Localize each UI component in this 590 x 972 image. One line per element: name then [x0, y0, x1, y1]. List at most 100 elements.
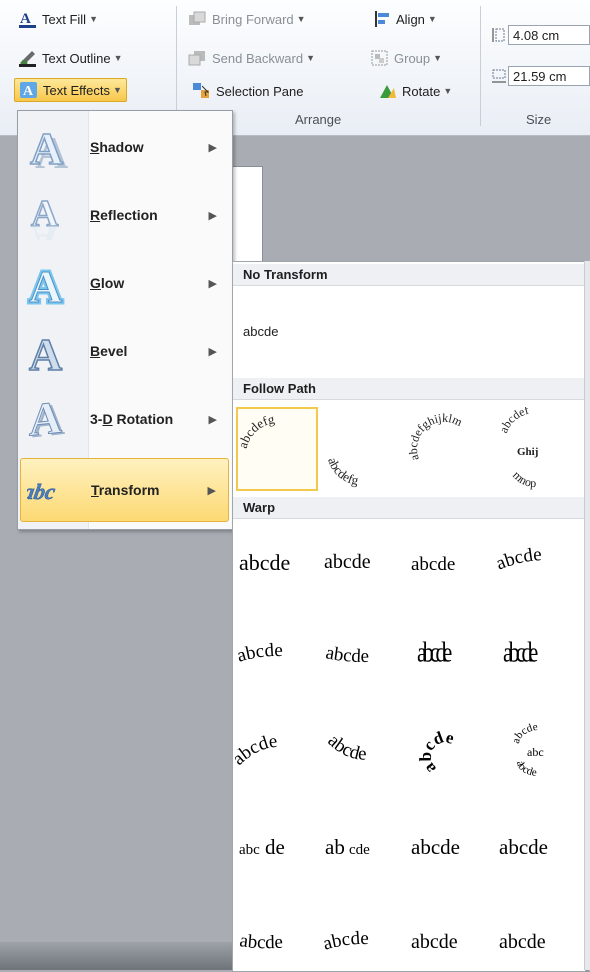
warp-option[interactable]: abcde	[321, 910, 406, 970]
chevron-right-icon: ▶	[207, 484, 216, 497]
chevron-right-icon: ▶	[208, 413, 217, 426]
menu-item-shadow[interactable]: AA Shadow ▶	[20, 115, 229, 179]
shape-height-icon	[490, 26, 508, 44]
svg-text:A: A	[31, 217, 59, 240]
svg-text:abcde: abcde	[235, 640, 283, 667]
svg-text:abcde: abcde	[238, 930, 283, 953]
svg-text:abcde: abcde	[324, 551, 371, 573]
svg-text:abcde: abcde	[417, 636, 452, 669]
svg-text:abcde: abcde	[324, 642, 369, 667]
text-effects-button[interactable]: A Text Effects ▼	[14, 78, 127, 102]
menu-item-bevel[interactable]: A Bevel ▶	[20, 319, 229, 383]
separator	[176, 6, 177, 126]
svg-text:abcde: abcde	[416, 728, 457, 778]
follow-path-button[interactable]: abcdef Ghij mnop	[495, 403, 577, 491]
menu-item-label: Transform	[91, 482, 160, 498]
chevron-down-icon: ▼	[433, 53, 443, 63]
svg-text:abc: abc	[27, 479, 57, 504]
warp-option[interactable]: abcde	[407, 624, 492, 684]
warp-option[interactable]: abcde	[235, 530, 320, 590]
svg-text:A: A	[30, 123, 63, 172]
chevron-down-icon: ▼	[89, 14, 98, 24]
shape-height-input[interactable]: 4.08 cm	[508, 25, 590, 45]
svg-text:abcdefg: abcdefg	[238, 411, 276, 450]
3d-rotation-icon: AA	[26, 391, 70, 448]
selection-pane-label: Selection Pane	[216, 83, 304, 99]
section-header-warp: Warp	[233, 497, 585, 519]
slide-canvas[interactable]	[232, 166, 263, 262]
svg-text:A: A	[20, 11, 31, 27]
svg-text:abcdef: abcdef	[496, 407, 530, 435]
warp-option[interactable]: abcde	[235, 624, 320, 684]
selection-pane-icon	[192, 82, 212, 100]
svg-text:abcde: abcde	[499, 931, 546, 953]
reflection-icon: AA	[26, 190, 70, 259]
warp-option[interactable]: abcde	[407, 720, 492, 780]
follow-path-arch-up[interactable]: abcdefg	[235, 407, 318, 491]
svg-text:abcde: abcde	[514, 760, 538, 779]
warp-option[interactable]: abcde	[407, 816, 492, 876]
chevron-right-icon: ▶	[208, 277, 217, 290]
send-backward-button[interactable]: Send Backward ▼	[188, 47, 315, 69]
svg-text:abcde: abcde	[411, 835, 460, 859]
warp-option[interactable]: abcde	[495, 910, 580, 970]
group-button[interactable]: Group ▼	[370, 47, 442, 69]
warp-option[interactable]: abcde	[321, 816, 406, 876]
svg-text:cde: cde	[349, 842, 370, 858]
rotate-label: Rotate	[402, 83, 441, 99]
svg-text:abcde: abcde	[321, 928, 369, 955]
menu-item-label: Bevel	[90, 343, 128, 359]
arrange-group-label: Arrange	[295, 112, 342, 127]
gallery-scrollbar[interactable]	[584, 261, 590, 970]
svg-text:abc: abc	[527, 745, 544, 759]
warp-option[interactable]: abcde	[407, 530, 492, 590]
text-outline-label: Text Outline	[42, 50, 111, 66]
warp-option[interactable]: abcde	[407, 910, 492, 970]
send-backward-label: Send Backward	[212, 50, 304, 66]
warp-option[interactable]: abcde abc abcde	[495, 720, 580, 780]
rotate-button[interactable]: Rotate ▼	[378, 80, 452, 102]
svg-text:abcde: abcde	[510, 721, 539, 745]
svg-text:abcde: abcde	[324, 730, 367, 764]
warp-option[interactable]: abcde	[495, 530, 580, 590]
shape-width-input[interactable]: 21.59 cm	[508, 66, 590, 86]
menu-item-reflection[interactable]: AA Reflection ▶	[20, 183, 229, 259]
warp-option[interactable]: abcde	[321, 624, 406, 684]
svg-text:abcde: abcde	[239, 550, 290, 575]
menu-item-label: Shadow	[90, 139, 144, 155]
chevron-right-icon: ▶	[208, 141, 217, 154]
warp-option[interactable]: abcde	[235, 720, 320, 780]
text-outline-button[interactable]: Text Outline ▼	[18, 47, 123, 69]
warp-option[interactable]: abcde	[495, 816, 580, 876]
svg-text:A: A	[29, 261, 62, 308]
svg-text:abcde: abcde	[503, 636, 538, 669]
follow-path-circle[interactable]: abcdefghijklm	[405, 407, 487, 491]
svg-text:abcde: abcde	[411, 554, 455, 575]
menu-item-3d-rotation[interactable]: AA 3-D Rotation ▶	[20, 387, 229, 451]
rotate-icon	[378, 82, 398, 100]
warp-option[interactable]: abcde	[321, 530, 406, 590]
text-fill-icon: A	[18, 10, 38, 28]
align-label: Align	[396, 11, 425, 27]
warp-option[interactable]: abcde	[495, 624, 580, 684]
transform-gallery: No Transform abcde Follow Path abcdefg a…	[232, 261, 586, 972]
svg-text:abcdefg: abcdefg	[325, 456, 360, 488]
menu-item-glow[interactable]: AA Glow ▶	[20, 251, 229, 315]
warp-option[interactable]: abcde	[321, 720, 406, 780]
follow-path-arch-down[interactable]: abcdefg	[321, 407, 403, 491]
warp-option[interactable]: abcde	[235, 910, 320, 970]
menu-item-transform[interactable]: abc Transform ▶	[20, 458, 229, 522]
chevron-down-icon: ▼	[306, 53, 315, 63]
text-fill-button[interactable]: A Text Fill ▼	[18, 8, 98, 30]
text-fill-label: Text Fill	[42, 11, 87, 27]
bring-forward-icon	[188, 10, 208, 28]
selection-pane-button[interactable]: Selection Pane	[192, 80, 303, 102]
section-header-no-transform: No Transform	[233, 264, 585, 286]
align-button[interactable]: Align ▼	[372, 8, 437, 30]
no-transform-option[interactable]: abcde	[243, 324, 278, 339]
bring-forward-button[interactable]: Bring Forward ▼	[188, 8, 306, 30]
chevron-down-icon: ▼	[112, 85, 122, 95]
text-effects-menu: AA Shadow ▶ AA Reflection ▶ AA Glow ▶ A …	[17, 110, 233, 530]
glow-icon: AA	[26, 258, 70, 315]
warp-option[interactable]: abcde	[235, 816, 320, 876]
